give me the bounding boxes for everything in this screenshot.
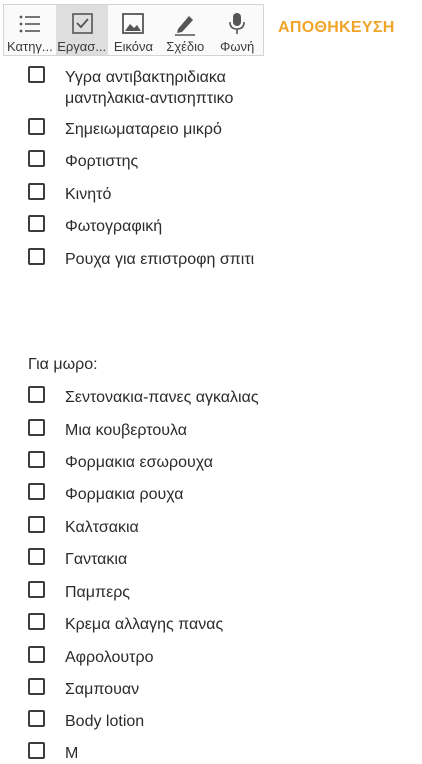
task-checkbox[interactable] [28, 183, 45, 200]
section-heading[interactable]: Για μωρο: [28, 356, 98, 374]
task-checkbox[interactable] [28, 483, 45, 500]
task-checkbox[interactable] [28, 386, 45, 403]
task-checkbox[interactable] [28, 613, 45, 630]
task-text[interactable]: Φορτιστης [65, 151, 138, 172]
task-text[interactable]: Αφρολουτρο [65, 647, 153, 668]
task-checkbox[interactable] [28, 419, 45, 436]
task-checkbox[interactable] [28, 646, 45, 663]
task-text-line2[interactable]: μαντηλακια-αντισηπτικο [65, 88, 233, 109]
task-text[interactable]: Γαντακια [65, 549, 127, 570]
task-text[interactable]: Υγρα αντιβακτηριδιακα [65, 67, 226, 88]
task-checkbox[interactable] [28, 678, 45, 695]
task-text[interactable]: Φορμακια εσωρουχα [65, 452, 213, 473]
task-checkbox[interactable] [28, 742, 45, 759]
note-content: Υγρα αντιβακτηριδιακα μαντηλακια-αντισηπ… [0, 0, 422, 762]
task-text[interactable]: Καλτσακια [65, 517, 139, 538]
task-text[interactable]: Σαμπουαν [65, 679, 139, 700]
task-checkbox[interactable] [28, 118, 45, 135]
task-text[interactable]: Κρεμα αλλαγης πανας [65, 614, 223, 635]
task-text[interactable]: Παμπερς [65, 582, 130, 603]
task-text[interactable]: Σεντονακια-πανες αγκαλιας [65, 387, 259, 408]
task-checkbox[interactable] [28, 451, 45, 468]
task-checkbox[interactable] [28, 548, 45, 565]
task-checkbox[interactable] [28, 66, 45, 83]
task-text[interactable]: Φωτογραφική [65, 216, 162, 237]
task-text[interactable]: Μια κουβερτουλα [65, 420, 187, 441]
task-text[interactable]: Φορμακια ρουχα [65, 484, 183, 505]
task-text[interactable]: Ρουχα για επιστροφη σπιτι [65, 249, 254, 270]
task-checkbox[interactable] [28, 710, 45, 727]
task-text[interactable]: Μ [65, 743, 78, 764]
task-checkbox[interactable] [28, 581, 45, 598]
task-text[interactable]: Σημειωματαρειο μικρό [65, 119, 222, 140]
task-checkbox[interactable] [28, 516, 45, 533]
task-text[interactable]: Κινητό [65, 184, 111, 205]
task-text[interactable]: Body lotion [65, 711, 144, 732]
task-checkbox[interactable] [28, 215, 45, 232]
task-checkbox[interactable] [28, 248, 45, 265]
task-checkbox[interactable] [28, 150, 45, 167]
